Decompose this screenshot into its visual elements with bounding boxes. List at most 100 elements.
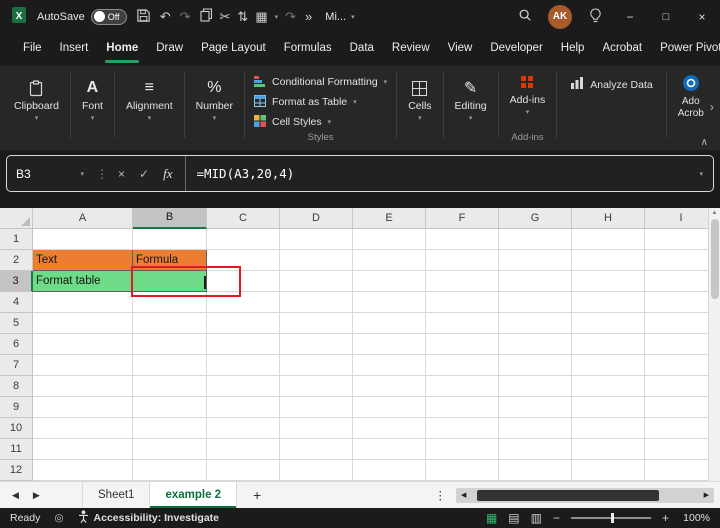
cell-F7[interactable] [426, 355, 499, 376]
avatar[interactable]: AK [548, 5, 572, 29]
document-title-dropdown[interactable]: Mi... ▾ [325, 11, 354, 23]
cell-A5[interactable] [33, 313, 133, 334]
cells-group-button[interactable]: Cells ▾ [402, 76, 437, 124]
zoom-in-icon[interactable]: + [662, 512, 669, 524]
cell-G8[interactable] [499, 376, 572, 397]
cell-D9[interactable] [280, 397, 353, 418]
cell-C3[interactable] [207, 271, 280, 292]
menu-item-home[interactable]: Home [97, 33, 147, 66]
cell-B11[interactable] [133, 439, 207, 460]
cell-D1[interactable] [280, 229, 353, 250]
horizontal-scrollbar[interactable]: ◀ ▶ [456, 488, 714, 503]
sheet-nav-left-icon[interactable]: ◀ [12, 490, 19, 501]
excel-app-icon[interactable]: X [10, 6, 28, 27]
row-header-3[interactable]: 3 [0, 271, 33, 292]
row-header-10[interactable]: 10 [0, 418, 33, 439]
cell-E10[interactable] [353, 418, 426, 439]
cell-H3[interactable] [572, 271, 645, 292]
column-header-A[interactable]: A [33, 208, 133, 229]
minimize-button[interactable]: − [612, 0, 648, 33]
sheet-nav-right-icon[interactable]: ▶ [33, 490, 40, 501]
cell-D4[interactable] [280, 292, 353, 313]
menu-item-developer[interactable]: Developer [481, 33, 551, 66]
sheet-tab-example-2[interactable]: example 2 [150, 482, 237, 508]
column-header-F[interactable]: F [426, 208, 499, 229]
cell-D2[interactable] [280, 250, 353, 271]
zoom-level[interactable]: 100% [680, 512, 710, 524]
cell-B7[interactable] [133, 355, 207, 376]
cell-E8[interactable] [353, 376, 426, 397]
autosave-toggle[interactable]: AutoSave Off [37, 9, 127, 25]
cell-E6[interactable] [353, 334, 426, 355]
cell-B6[interactable] [133, 334, 207, 355]
cell-H10[interactable] [572, 418, 645, 439]
cell-A6[interactable] [33, 334, 133, 355]
macro-record-icon[interactable]: ◎ [54, 512, 63, 524]
cell-E9[interactable] [353, 397, 426, 418]
cell-G6[interactable] [499, 334, 572, 355]
column-header-E[interactable]: E [353, 208, 426, 229]
add-sheet-button[interactable]: + [237, 482, 277, 508]
cell-G9[interactable] [499, 397, 572, 418]
cell-E3[interactable] [353, 271, 426, 292]
cancel-button[interactable]: × [111, 167, 132, 181]
copy-icon[interactable] [200, 8, 213, 25]
menu-item-review[interactable]: Review [383, 33, 439, 66]
cell-A2[interactable]: Text [33, 250, 133, 271]
menu-item-formulas[interactable]: Formulas [275, 33, 341, 66]
conditional-formatting-button[interactable]: Conditional Formatting ▾ [254, 72, 387, 92]
collapse-ribbon-icon[interactable]: ∧ [701, 137, 708, 148]
cell-E1[interactable] [353, 229, 426, 250]
cell-G1[interactable] [499, 229, 572, 250]
cell-styles-button[interactable]: Cell Styles ▾ [254, 112, 387, 132]
cell-H6[interactable] [572, 334, 645, 355]
cell-C6[interactable] [207, 334, 280, 355]
cell-C11[interactable] [207, 439, 280, 460]
row-header-1[interactable]: 1 [0, 229, 33, 250]
menu-item-data[interactable]: Data [341, 33, 383, 66]
cell-H12[interactable] [572, 460, 645, 481]
cell-E4[interactable] [353, 292, 426, 313]
cell-A4[interactable] [33, 292, 133, 313]
menu-item-help[interactable]: Help [552, 33, 594, 66]
cell-A9[interactable] [33, 397, 133, 418]
cell-D12[interactable] [280, 460, 353, 481]
zoom-out-icon[interactable]: − [553, 512, 560, 524]
cell-H11[interactable] [572, 439, 645, 460]
close-button[interactable]: × [684, 0, 720, 33]
cell-D7[interactable] [280, 355, 353, 376]
scroll-left-icon[interactable]: ◀ [458, 491, 469, 499]
cell-H4[interactable] [572, 292, 645, 313]
row-header-11[interactable]: 11 [0, 439, 33, 460]
menu-item-power-pivot[interactable]: Power Pivot [651, 33, 720, 66]
cell-H9[interactable] [572, 397, 645, 418]
cell-C7[interactable] [207, 355, 280, 376]
cell-A11[interactable] [33, 439, 133, 460]
cell-E11[interactable] [353, 439, 426, 460]
cell-C1[interactable] [207, 229, 280, 250]
cell-D11[interactable] [280, 439, 353, 460]
row-header-4[interactable]: 4 [0, 292, 33, 313]
addins-button[interactable]: Add-ins ▾ [504, 70, 552, 118]
menu-item-insert[interactable]: Insert [51, 33, 98, 66]
autosave-switch[interactable]: Off [91, 9, 127, 25]
horizontal-scrollbar-thumb[interactable] [477, 490, 659, 501]
zoom-slider[interactable] [571, 517, 651, 519]
cell-F6[interactable] [426, 334, 499, 355]
cell-D10[interactable] [280, 418, 353, 439]
cell-E12[interactable] [353, 460, 426, 481]
cell-G7[interactable] [499, 355, 572, 376]
vertical-scrollbar[interactable]: ▲ [708, 208, 720, 481]
cell-A3[interactable]: Format table [33, 271, 133, 292]
cell-G2[interactable] [499, 250, 572, 271]
accessibility-status[interactable]: Accessibility: Investigate [78, 510, 219, 526]
cell-G10[interactable] [499, 418, 572, 439]
row-header-7[interactable]: 7 [0, 355, 33, 376]
zoom-slider-knob[interactable] [611, 513, 614, 523]
cell-F5[interactable] [426, 313, 499, 334]
menu-item-file[interactable]: File [14, 33, 51, 66]
search-icon[interactable] [508, 8, 542, 25]
cell-B4[interactable] [133, 292, 207, 313]
cell-G11[interactable] [499, 439, 572, 460]
row-header-9[interactable]: 9 [0, 397, 33, 418]
